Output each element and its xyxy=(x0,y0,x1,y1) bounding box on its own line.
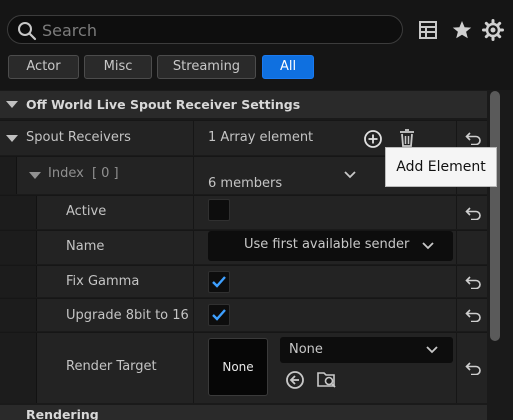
chevron-down-icon xyxy=(426,346,438,354)
upgrade-row: Upgrade 8bit to 16 xyxy=(0,298,487,331)
active-label: Active xyxy=(66,204,107,219)
active-row: Active xyxy=(0,195,487,229)
search-box[interactable] xyxy=(7,15,403,44)
members-count: 6 members xyxy=(208,176,283,191)
reset-icon[interactable] xyxy=(465,206,481,220)
chevron-down-icon[interactable] xyxy=(343,170,357,180)
rendering-section-title: Rendering xyxy=(26,407,99,420)
index-label: Index [ 0 ] xyxy=(48,166,119,181)
render-target-label: Render Target xyxy=(66,359,157,374)
active-checkbox[interactable] xyxy=(208,199,230,221)
filter-actor[interactable]: Actor xyxy=(8,55,79,79)
use-selected-asset-icon[interactable] xyxy=(285,370,305,390)
rendering-section-header[interactable]: Rendering xyxy=(0,405,487,420)
reset-icon[interactable] xyxy=(465,275,481,289)
collapse-arrow-icon[interactable] xyxy=(6,101,18,108)
fix-gamma-checkbox[interactable] xyxy=(208,271,230,293)
scrollbar[interactable] xyxy=(490,91,500,341)
chevron-down-icon xyxy=(422,242,434,250)
fix-gamma-label: Fix Gamma xyxy=(66,274,140,289)
add-element-icon[interactable] xyxy=(363,129,383,149)
name-row: Name Use first available sender xyxy=(0,230,487,264)
search-icon xyxy=(18,22,37,41)
filter-misc[interactable]: Misc xyxy=(84,55,152,79)
section-title: Off World Live Spout Receiver Settings xyxy=(26,97,301,112)
name-label: Name xyxy=(66,239,105,254)
expand-arrow-icon[interactable] xyxy=(29,172,41,179)
reset-icon[interactable] xyxy=(465,131,481,145)
render-target-dropdown[interactable]: None xyxy=(280,337,453,363)
checkmark-icon xyxy=(212,276,226,288)
star-icon[interactable] xyxy=(451,19,473,41)
upgrade-checkbox[interactable] xyxy=(208,304,230,326)
sender-dropdown[interactable]: Use first available sender xyxy=(208,231,453,261)
expand-arrow-icon[interactable] xyxy=(6,135,18,142)
browse-asset-icon[interactable] xyxy=(316,369,338,391)
table-icon[interactable] xyxy=(417,19,439,41)
section-header[interactable]: Off World Live Spout Receiver Settings xyxy=(0,91,487,118)
reset-icon[interactable] xyxy=(465,308,481,322)
render-target-value: None xyxy=(289,342,323,357)
asset-thumbnail[interactable]: None xyxy=(208,338,268,396)
reset-icon[interactable] xyxy=(465,361,481,375)
filter-all[interactable]: All xyxy=(262,55,314,79)
trash-icon[interactable] xyxy=(397,128,417,148)
search-input[interactable] xyxy=(42,19,392,41)
sender-value: Use first available sender xyxy=(244,237,410,252)
upgrade-label: Upgrade 8bit to 16 xyxy=(66,308,189,323)
spout-receivers-label: Spout Receivers xyxy=(26,130,131,145)
gear-icon[interactable] xyxy=(482,19,504,41)
filter-streaming[interactable]: Streaming xyxy=(157,55,256,79)
add-element-tooltip: Add Element xyxy=(385,147,497,187)
array-count: 1 Array element xyxy=(208,130,314,145)
details-toolbar: Actor Misc Streaming All xyxy=(0,0,513,90)
checkmark-icon xyxy=(212,309,226,321)
fix-gamma-row: Fix Gamma xyxy=(0,265,487,297)
